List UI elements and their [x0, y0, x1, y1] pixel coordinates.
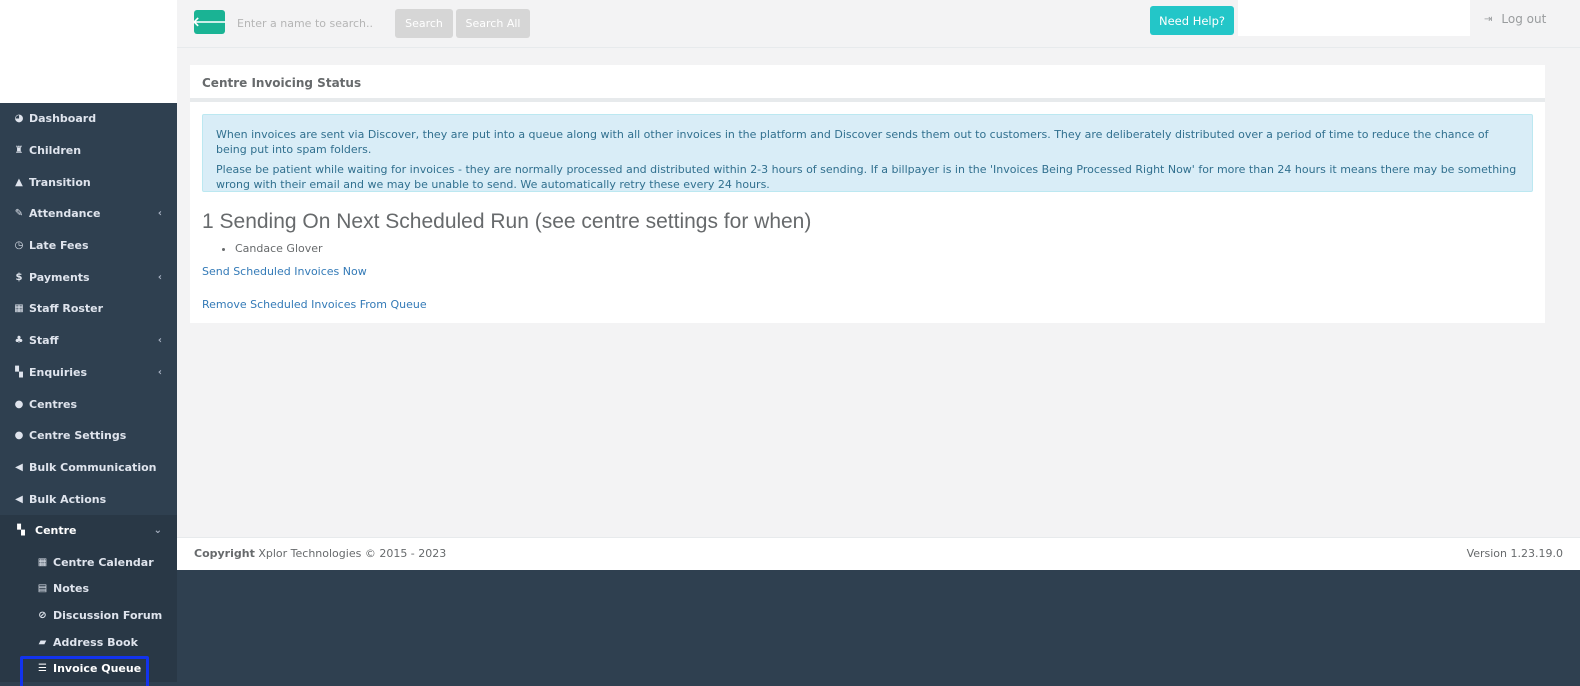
chevron-left-icon: ‹: [157, 208, 162, 220]
version-text: Version 1.23.19.0: [1466, 547, 1563, 560]
sidebar-subitem-label: Discussion Forum: [53, 608, 163, 622]
search-button[interactable]: Search: [395, 9, 453, 38]
sidebar-item-label: Staff: [29, 334, 59, 348]
top-navbar: 🡐 Search Search All Need Help? ⇥ Log out: [177, 0, 1580, 48]
circle-icon: ●: [14, 398, 24, 410]
sidebar-item-label: Centre Settings: [29, 429, 127, 443]
sidebar-item-centre[interactable]: ▚ Centre ⌄: [0, 514, 177, 547]
copyright-text: Xplor Technologies © 2015 - 2023: [254, 547, 447, 560]
sidebar-subitem-label: Invoice Queue: [53, 662, 142, 676]
chevron-down-icon: ⌄: [153, 525, 162, 537]
panel-title: Centre Invoicing Status: [190, 65, 1545, 102]
chevron-left-icon: ‹: [157, 366, 162, 378]
arrow-left-icon: 🡐: [192, 15, 227, 30]
list-icon: ☰: [38, 663, 47, 675]
sidebar-item-dashboard[interactable]: ◕ Dashboard: [0, 103, 177, 135]
chevron-left-icon: ‹: [157, 271, 162, 283]
logout-label: Log out: [1501, 12, 1547, 26]
sidebar-subnav-centre: ▦ Centre Calendar ▤ Notes ⊘ Discussion Foru…: [0, 546, 177, 686]
sidebar-item-label: Staff Roster: [29, 302, 104, 316]
send-scheduled-invoices-link[interactable]: Send Scheduled Invoices Now: [202, 265, 367, 278]
sidebar-item-label: Children: [29, 144, 82, 158]
file-icon: ▤: [37, 583, 48, 595]
sign-out-icon: ⇥: [1484, 13, 1493, 25]
chevron-left-icon: ‹: [157, 335, 162, 347]
sidebar-item-label: Centre: [35, 524, 77, 538]
sidebar-item-label: Late Fees: [29, 239, 89, 253]
sidebar-item-enquiries[interactable]: ▚ Enquiries ‹: [0, 357, 177, 389]
sidebar-subitem-label: Notes: [53, 582, 90, 596]
sidebar-item-transition[interactable]: ▲ Transition: [0, 166, 177, 198]
sidebar-item-late-fees[interactable]: ◷ Late Fees: [0, 230, 177, 262]
sidebar-nav: ◕ Dashboard ♜ Children ▲ Transition ✎ Attend…: [0, 103, 177, 547]
sidebar-item-staff[interactable]: ♣ Staff ‹: [0, 325, 177, 357]
bullhorn-icon: ◀: [15, 493, 23, 505]
book-icon: ▰: [38, 636, 47, 648]
grid-icon: ▚: [17, 525, 25, 537]
sidebar-item-attendance[interactable]: ✎ Attendance ‹: [0, 198, 177, 230]
sidebar-item-label: Centres: [29, 397, 78, 411]
sidebar-item-label: Attendance: [29, 207, 101, 221]
search-input[interactable]: [237, 11, 387, 35]
sidebar-item-label: Payments: [29, 270, 90, 284]
sidebar-item-bulk-actions[interactable]: ◀ Bulk Actions: [0, 483, 177, 515]
list-item: Candace Glover: [235, 242, 1533, 255]
need-help-button[interactable]: Need Help?: [1150, 6, 1234, 35]
sidebar-item-label: Enquiries: [29, 365, 88, 379]
comments-icon: ⊘: [38, 609, 47, 621]
sidebar-item-children[interactable]: ♜ Children: [0, 135, 177, 167]
sidebar: ◕ Dashboard ♜ Children ▲ Transition ✎ Attend…: [0, 0, 177, 686]
edit-icon: ✎: [14, 208, 24, 220]
clock-icon: ◷: [14, 240, 24, 252]
sidebar-item-label: Transition: [29, 175, 91, 189]
sidebar-subitem-label: Address Book: [53, 635, 138, 649]
sidebar-subitem-label: Centre Calendar: [53, 555, 154, 569]
topbar-blank-area: [1238, 0, 1470, 36]
grid-icon: ▚: [15, 366, 23, 378]
sidebar-item-label: Bulk Actions: [29, 492, 107, 506]
panel-content: When invoices are sent via Discover, the…: [190, 102, 1545, 323]
sidebar-subitem-centre-calendar[interactable]: ▦ Centre Calendar: [0, 549, 177, 576]
circle-icon: ●: [14, 430, 24, 442]
sidebar-item-label: Bulk Communication: [29, 460, 157, 474]
invoicing-status-panel: Centre Invoicing Status When invoices ar…: [190, 65, 1545, 323]
pie-chart-icon: ◕: [14, 113, 24, 125]
bullhorn-icon: ◀: [15, 461, 23, 473]
sidebar-subitem-notes[interactable]: ▤ Notes: [0, 576, 177, 603]
dollar-icon: $: [15, 271, 23, 283]
info-alert: When invoices are sent via Discover, the…: [202, 114, 1533, 192]
sidebar-item-centres[interactable]: ● Centres: [0, 388, 177, 420]
calendar-icon: ▦: [14, 303, 24, 315]
remove-scheduled-invoices-link[interactable]: Remove Scheduled Invoices From Queue: [202, 298, 427, 311]
sidebar-item-bulk-communication[interactable]: ◀ Bulk Communication: [0, 452, 177, 484]
sidebar-item-label: Dashboard: [29, 112, 97, 126]
sitemap-icon: ♣: [14, 335, 24, 347]
copyright-label: Copyright: [194, 547, 255, 560]
sidebar-subitem-address-book[interactable]: ▰ Address Book: [0, 629, 177, 656]
footer: Copyright Xplor Technologies © 2015 - 20…: [177, 537, 1580, 570]
calendar-icon: ▦: [37, 556, 48, 568]
sidebar-item-payments[interactable]: $ Payments ‹: [0, 261, 177, 293]
logout-link[interactable]: ⇥ Log out: [1484, 12, 1546, 26]
sidebar-item-centre-settings[interactable]: ● Centre Settings: [0, 420, 177, 452]
alert-text-1: When invoices are sent via Discover, the…: [216, 128, 1489, 156]
scheduled-run-heading: 1 Sending On Next Scheduled Run (see cen…: [202, 210, 812, 233]
child-icon: ♜: [14, 145, 24, 157]
sidebar-subitem-discussion-forum[interactable]: ⊘ Discussion Forum: [0, 602, 177, 629]
sidebar-logo-area: [0, 0, 177, 103]
sidebar-item-staff-roster[interactable]: ▦ Staff Roster: [0, 293, 177, 325]
sidebar-subitem-invoice-queue[interactable]: ☰ Invoice Queue: [0, 655, 177, 686]
back-button[interactable]: 🡐: [192, 10, 227, 34]
recipient-list: Candace Glover: [202, 242, 1533, 255]
alert-text-2: Please be patient while waiting for invo…: [216, 163, 1517, 191]
search-all-button[interactable]: Search All: [456, 9, 530, 38]
graduation-cap-icon: ▲: [15, 176, 23, 188]
